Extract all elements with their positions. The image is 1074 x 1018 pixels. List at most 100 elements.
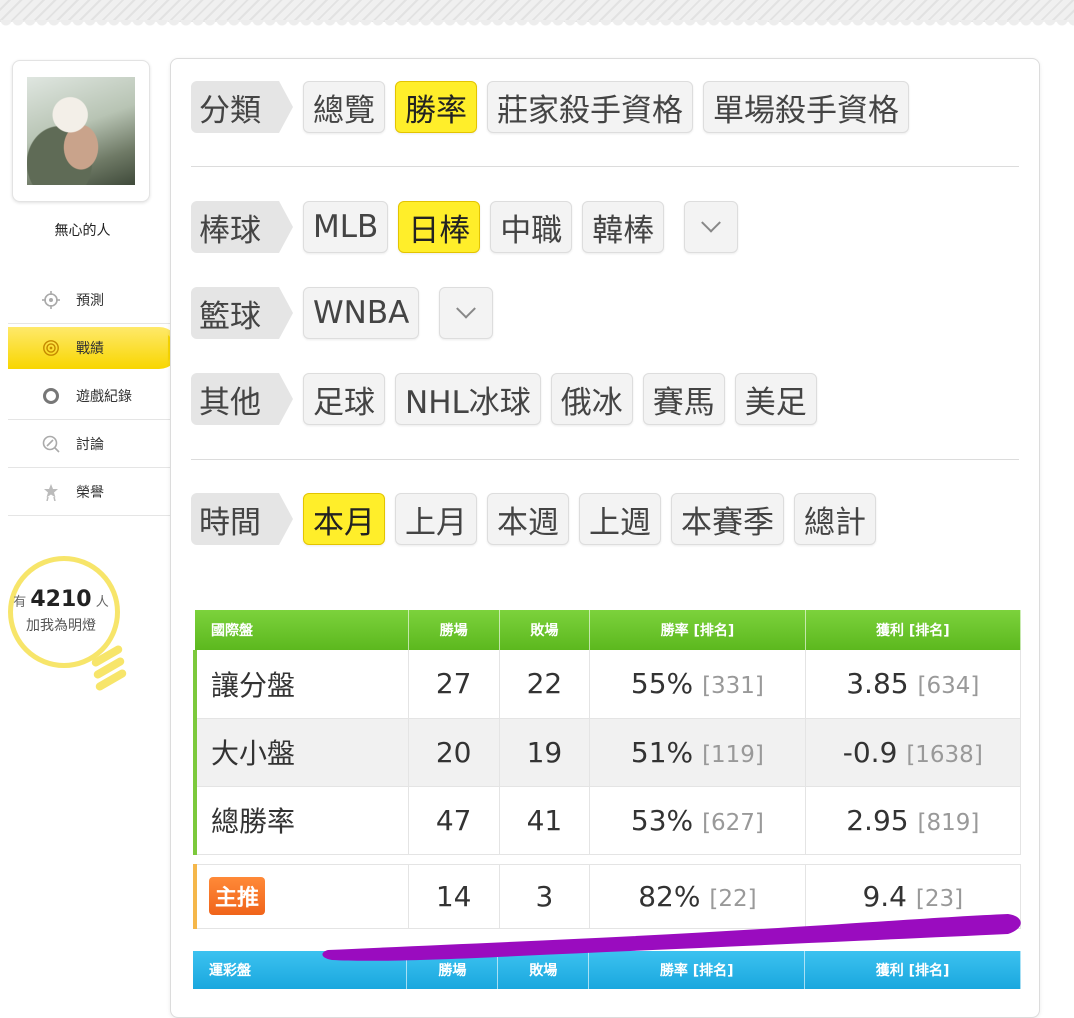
category-option-banker-killer[interactable]: 莊家殺手資格 bbox=[487, 81, 693, 133]
top-decorative-strip bbox=[0, 0, 1074, 28]
record-panel: 分類 總覽 勝率 莊家殺手資格 單場殺手資格 棒球 MLB 日棒 中職 韓棒 籃… bbox=[170, 58, 1040, 1018]
baseball-label: 棒球 bbox=[191, 201, 293, 253]
time-filter-row: 時間 本月 上月 本週 上週 本賽季 總計 bbox=[191, 493, 876, 545]
profit-cell: 9.4 [23] bbox=[805, 863, 1022, 929]
win-cell: 47 bbox=[408, 786, 500, 855]
sidebar-nav: 預測 戰績 遊戲紀錄 討論 榮譽 bbox=[8, 276, 182, 516]
sidebar-item-honor[interactable]: 榮譽 bbox=[8, 468, 170, 516]
profit-cell: 2.95 [819] bbox=[805, 786, 1022, 855]
sidebar-item-label: 戰績 bbox=[76, 341, 104, 357]
category-option-winrate[interactable]: 勝率 bbox=[395, 81, 477, 133]
follower-caption: 加我為明燈 bbox=[26, 618, 96, 634]
table-spacer bbox=[195, 854, 1021, 864]
target-icon bbox=[42, 339, 60, 357]
time-option-this-week[interactable]: 本週 bbox=[487, 493, 569, 545]
time-option-total[interactable]: 總計 bbox=[794, 493, 876, 545]
row-name: 總勝率 bbox=[192, 786, 409, 855]
col-header: 勝率 [排名] bbox=[589, 610, 806, 650]
medal-icon bbox=[42, 483, 60, 501]
col-header: 運彩盤 bbox=[193, 951, 408, 989]
profit-cell: 3.85 [634] bbox=[805, 650, 1022, 719]
baseball-option-kbo[interactable]: 韓棒 bbox=[582, 201, 665, 253]
sidebar-item-record[interactable]: 戰績 bbox=[8, 327, 182, 369]
sidebar-item-game-log[interactable]: 遊戲紀錄 bbox=[8, 372, 170, 420]
col-header: 敗場 bbox=[497, 951, 590, 989]
rate-value: 51% bbox=[630, 735, 694, 769]
follower-suffix: 人 bbox=[95, 595, 109, 610]
col-header: 勝場 bbox=[408, 610, 500, 650]
table-header-row: 運彩盤 勝場 敗場 勝率 [排名] 獲利 [排名] bbox=[193, 951, 1021, 989]
row-name: 讓分盤 bbox=[192, 650, 409, 719]
rate-value: 53% bbox=[630, 803, 694, 837]
follower-count: 4210 bbox=[30, 587, 92, 612]
rate-cell: 82% [22] bbox=[589, 863, 806, 929]
avatar-card bbox=[12, 60, 150, 202]
col-header: 獲利 [排名] bbox=[804, 951, 1021, 989]
crosshair-icon bbox=[42, 290, 60, 309]
rate-cell: 55% [331] bbox=[589, 650, 806, 719]
other-option-khl[interactable]: 俄冰 bbox=[550, 373, 633, 425]
main-pick-name-cell: 主推 bbox=[192, 863, 409, 929]
col-header: 敗場 bbox=[499, 610, 591, 650]
rate-rank: [331] bbox=[702, 673, 764, 700]
discussion-icon bbox=[42, 435, 60, 453]
rate-rank: [119] bbox=[702, 741, 764, 768]
loss-cell: 19 bbox=[499, 718, 591, 787]
circle-icon bbox=[42, 387, 60, 405]
other-option-nhl[interactable]: NHL冰球 bbox=[395, 373, 541, 425]
profit-rank: [634] bbox=[917, 673, 980, 700]
main-pick-badge: 主推 bbox=[209, 877, 266, 915]
loss-cell: 3 bbox=[499, 863, 591, 929]
time-option-last-week[interactable]: 上週 bbox=[579, 493, 661, 545]
table-row: 大小盤 20 19 51% [119] -0.9 [1638] bbox=[192, 718, 1022, 787]
col-header: 獲利 [排名] bbox=[805, 610, 1022, 650]
time-option-season[interactable]: 本賽季 bbox=[671, 493, 784, 545]
category-option-single-killer[interactable]: 單場殺手資格 bbox=[703, 81, 909, 133]
main-pick-row: 主推 14 3 82% [22] 9.4 [23] bbox=[192, 863, 1022, 929]
table-row: 讓分盤 27 22 55% [331] 3.85 [634] bbox=[192, 650, 1022, 719]
category-option-overview[interactable]: 總覽 bbox=[303, 81, 385, 133]
baseball-option-mlb[interactable]: MLB bbox=[303, 201, 389, 253]
sidebar-item-predict[interactable]: 預測 bbox=[8, 276, 170, 324]
win-cell: 20 bbox=[408, 718, 500, 787]
divider bbox=[191, 166, 1019, 167]
time-option-this-month[interactable]: 本月 bbox=[303, 493, 385, 545]
win-cell: 27 bbox=[408, 650, 500, 719]
sidebar-item-label: 榮譽 bbox=[76, 484, 104, 501]
rate-cell: 51% [119] bbox=[589, 718, 806, 787]
baseball-more-button[interactable] bbox=[684, 201, 739, 253]
sidebar-item-discussion[interactable]: 討論 bbox=[8, 420, 170, 468]
sidebar: 無心的人 預測 戰績 遊戲紀錄 討論 榮譽 有 4210 人 加我為明燈 bbox=[0, 40, 182, 1000]
username: 無心的人 bbox=[54, 223, 111, 239]
other-option-nfl[interactable]: 美足 bbox=[734, 373, 817, 425]
table-row: 總勝率 47 41 53% [627] 2.95 [819] bbox=[192, 786, 1022, 855]
profit-value: 2.95 bbox=[846, 803, 909, 837]
table-header-row: 國際盤 勝場 敗場 勝率 [排名] 獲利 [排名] bbox=[195, 610, 1022, 650]
category-filter-row: 分類 總覽 勝率 莊家殺手資格 單場殺手資格 bbox=[191, 81, 909, 133]
rate-value: 82% bbox=[638, 879, 701, 913]
row-name: 大小盤 bbox=[192, 718, 409, 787]
basketball-filter-row: 籃球 WNBA bbox=[191, 287, 494, 339]
basketball-option-wnba[interactable]: WNBA bbox=[303, 287, 420, 339]
time-label: 時間 bbox=[191, 493, 293, 545]
rate-rank: [627] bbox=[702, 809, 764, 836]
sidebar-item-label: 預測 bbox=[76, 292, 104, 309]
other-option-horse-racing[interactable]: 賽馬 bbox=[642, 373, 725, 425]
baseball-option-npb[interactable]: 日棒 bbox=[398, 201, 481, 253]
col-header: 國際盤 bbox=[195, 610, 409, 650]
basketball-more-button[interactable] bbox=[439, 287, 494, 339]
profit-value: 9.4 bbox=[862, 879, 907, 913]
follower-count-line: 有 4210 人 bbox=[5, 587, 117, 612]
profit-cell: -0.9 [1638] bbox=[805, 718, 1022, 787]
chevron-down-icon bbox=[456, 298, 477, 319]
profit-value: 3.85 bbox=[846, 667, 909, 701]
lottery-record-table: 運彩盤 勝場 敗場 勝率 [排名] 獲利 [排名] bbox=[193, 951, 1021, 989]
rate-cell: 53% [627] bbox=[589, 786, 806, 855]
loss-cell: 41 bbox=[499, 786, 591, 855]
time-option-last-month[interactable]: 上月 bbox=[395, 493, 477, 545]
avatar[interactable] bbox=[27, 77, 135, 185]
col-header: 勝場 bbox=[406, 951, 499, 989]
other-option-soccer[interactable]: 足球 bbox=[303, 373, 385, 425]
baseball-option-cpbl[interactable]: 中職 bbox=[490, 201, 573, 253]
rate-value: 55% bbox=[630, 667, 694, 701]
